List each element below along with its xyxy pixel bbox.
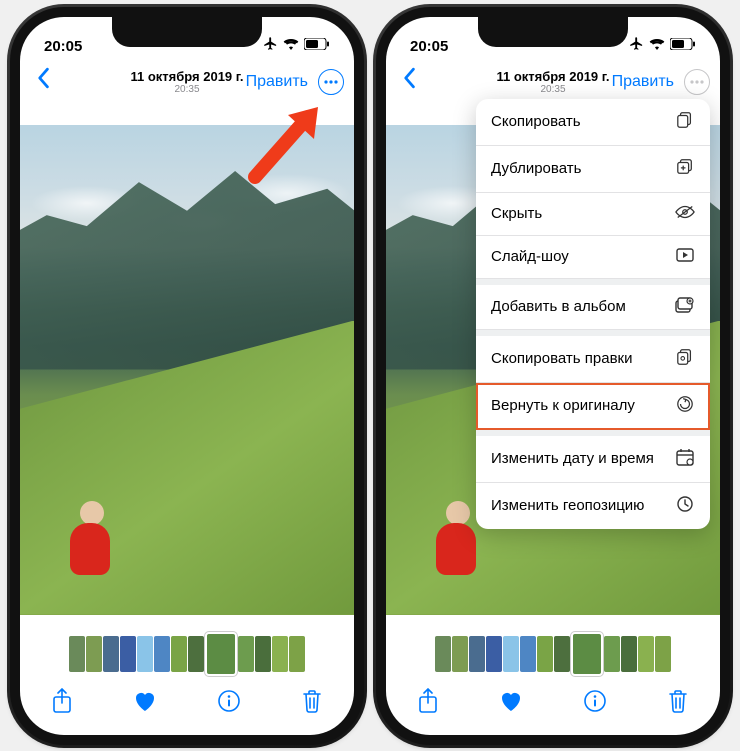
thumbnail[interactable] [120, 636, 136, 672]
menu-slideshow[interactable]: Слайд-шоу [476, 236, 710, 279]
thumbnail[interactable] [69, 636, 85, 672]
thumbnail[interactable] [154, 636, 170, 672]
menu-add-to-album[interactable]: Добавить в альбом [476, 285, 710, 330]
menu-duplicate[interactable]: Дублировать [476, 146, 710, 193]
trash-icon[interactable] [299, 688, 325, 714]
bottom-toolbar [20, 677, 354, 725]
back-button[interactable] [396, 67, 422, 96]
thumbnail[interactable] [435, 636, 451, 672]
menu-label: Вернуть к оригиналу [491, 397, 635, 414]
more-button[interactable] [318, 69, 344, 95]
nav-bar: 11 октября 2019 г. 20:35 Править [20, 59, 354, 105]
menu-revert-to-original[interactable]: Вернуть к оригиналу [476, 383, 710, 430]
thumbnail[interactable] [255, 636, 271, 672]
menu-adjust-location[interactable]: Изменить геопозицию [476, 483, 710, 529]
status-time: 20:05 [410, 38, 448, 55]
screen-right: 20:05 11 октября 2019 г. 20:35 [386, 17, 720, 735]
thumbnail[interactable] [289, 636, 305, 672]
menu-adjust-date[interactable]: Изменить дату и время [476, 436, 710, 483]
status-time: 20:05 [44, 38, 82, 55]
status-icons [629, 36, 696, 55]
phone-left: 20:05 11 октября 2019 г. 20:35 [10, 7, 364, 745]
menu-label: Скрыть [491, 205, 542, 222]
menu-label: Скопировать [491, 113, 581, 130]
thumbnail-strip[interactable] [20, 629, 354, 679]
screen-left: 20:05 11 октября 2019 г. 20:35 [20, 17, 354, 735]
thumbnail[interactable] [469, 636, 485, 672]
thumbnail[interactable] [621, 636, 637, 672]
airplane-icon [629, 36, 644, 55]
thumbnail[interactable] [188, 636, 204, 672]
slideshow-icon [675, 248, 695, 266]
trash-icon[interactable] [665, 688, 691, 714]
thumbnail[interactable] [103, 636, 119, 672]
duplicate-icon [675, 158, 695, 180]
thumbnail[interactable] [537, 636, 553, 672]
revert-icon [675, 395, 695, 417]
status-icons [263, 36, 330, 55]
info-icon[interactable] [582, 688, 608, 714]
bottom-toolbar [386, 677, 720, 725]
album-add-icon [675, 297, 695, 317]
phone-right: 20:05 11 октября 2019 г. 20:35 [376, 7, 730, 745]
calendar-icon [675, 448, 695, 470]
menu-copy-edits[interactable]: Скопировать правки [476, 336, 710, 383]
notch [478, 17, 628, 47]
location-icon [675, 495, 695, 517]
thumbnail[interactable] [486, 636, 502, 672]
menu-label: Слайд-шоу [491, 248, 569, 265]
thumbnail[interactable] [554, 636, 570, 672]
edit-button[interactable]: Править [612, 73, 674, 91]
more-button[interactable] [684, 69, 710, 95]
hide-icon [675, 205, 695, 223]
thumbnail[interactable] [137, 636, 153, 672]
photo-subject [60, 495, 120, 575]
thumbnail[interactable] [272, 636, 288, 672]
thumbnail[interactable] [520, 636, 536, 672]
thumbnail[interactable] [171, 636, 187, 672]
thumbnail[interactable] [238, 636, 254, 672]
edit-button[interactable]: Править [246, 73, 308, 91]
thumbnail-strip[interactable] [386, 629, 720, 679]
info-icon[interactable] [216, 688, 242, 714]
menu-label: Изменить геопозицию [491, 497, 644, 514]
back-button[interactable] [30, 67, 56, 96]
copy-edits-icon [675, 348, 695, 370]
battery-icon [304, 37, 330, 54]
battery-icon [670, 37, 696, 54]
wifi-icon [283, 37, 299, 54]
nav-bar: 11 октября 2019 г. 20:35 Править [386, 59, 720, 105]
thumbnail[interactable] [86, 636, 102, 672]
thumbnail[interactable] [655, 636, 671, 672]
share-icon[interactable] [49, 688, 75, 714]
thumbnail[interactable] [452, 636, 468, 672]
thumbnail[interactable] [604, 636, 620, 672]
menu-label: Скопировать правки [491, 350, 632, 367]
airplane-icon [263, 36, 278, 55]
menu-hide[interactable]: Скрыть [476, 193, 710, 236]
menu-label: Изменить дату и время [491, 450, 654, 467]
thumbnail[interactable] [205, 632, 237, 676]
thumbnail[interactable] [503, 636, 519, 672]
wifi-icon [649, 37, 665, 54]
thumbnail[interactable] [638, 636, 654, 672]
share-icon[interactable] [415, 688, 441, 714]
notch [112, 17, 262, 47]
favorite-icon[interactable] [498, 688, 524, 714]
thumbnail[interactable] [571, 632, 603, 676]
favorite-icon[interactable] [132, 688, 158, 714]
menu-label: Дублировать [491, 160, 581, 177]
copy-icon [675, 111, 695, 133]
menu-label: Добавить в альбом [491, 298, 626, 315]
context-menu: Скопировать Дублировать Скрыть Слайд-шоу… [476, 99, 710, 529]
menu-copy[interactable]: Скопировать [476, 99, 710, 146]
photo-viewer[interactable] [20, 125, 354, 615]
